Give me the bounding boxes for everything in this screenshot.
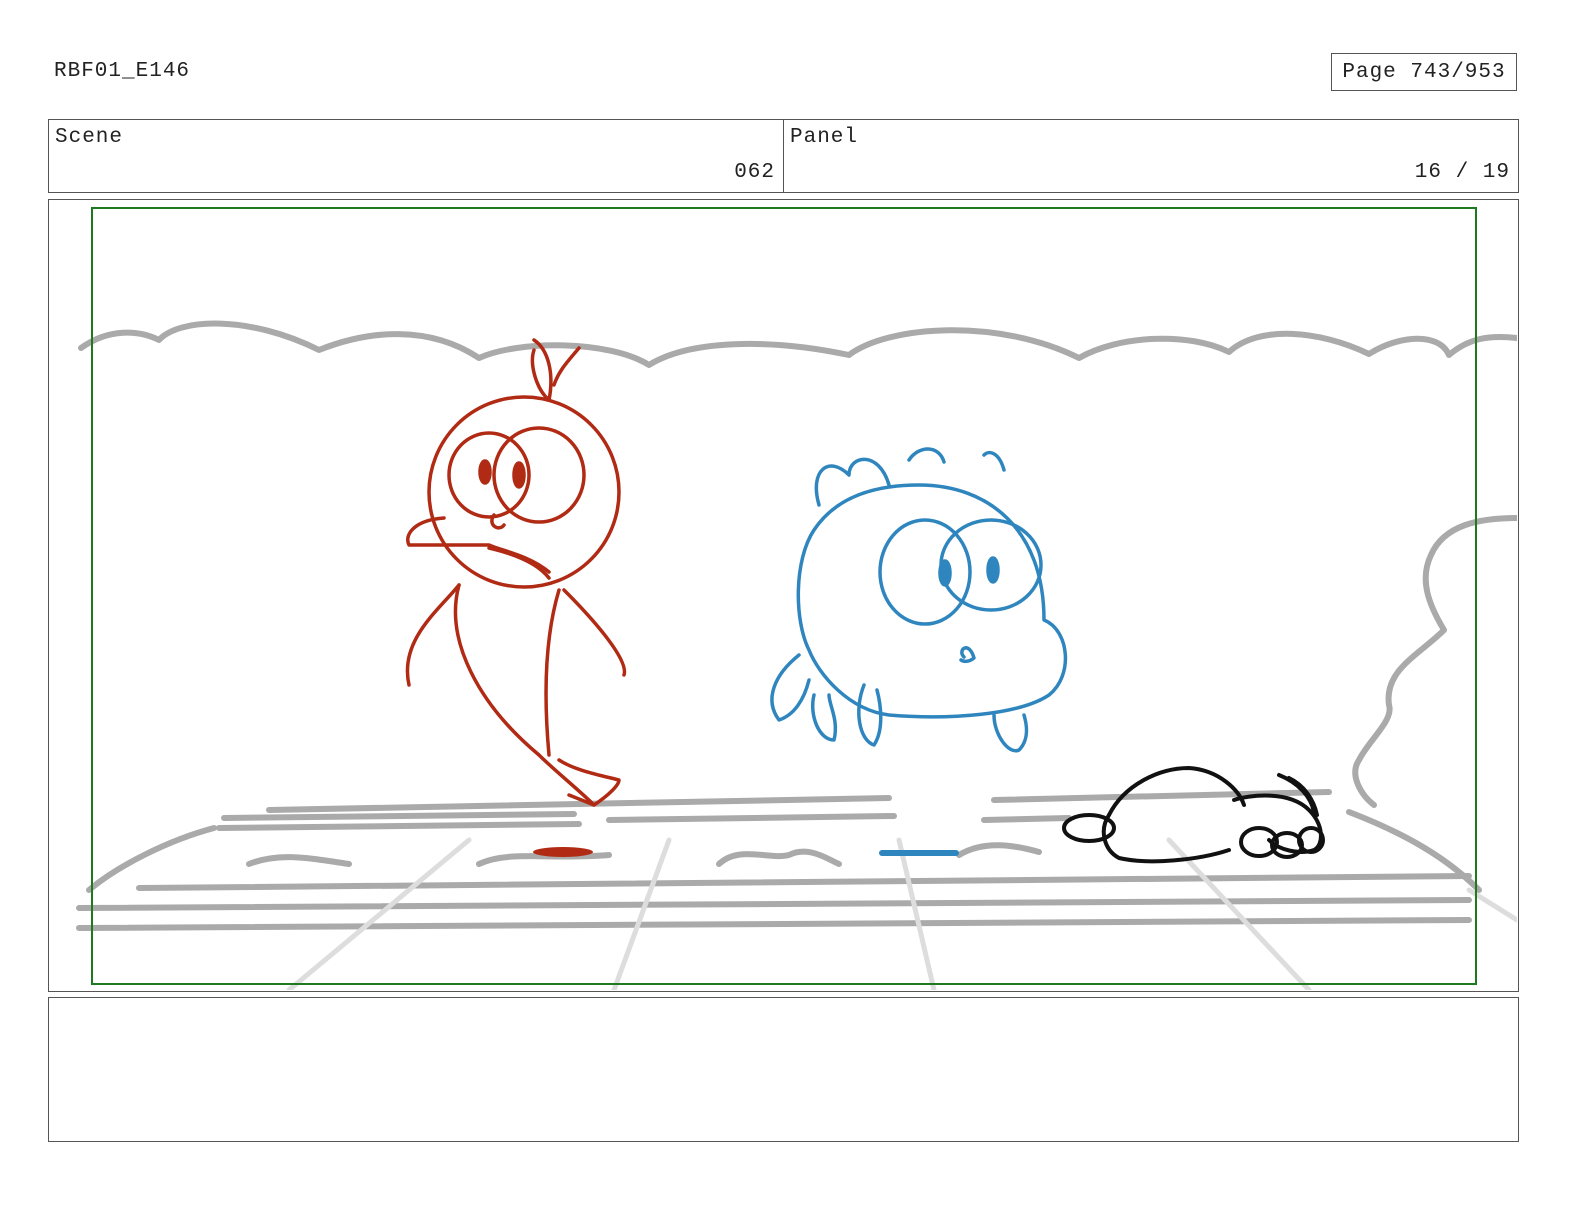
scene-panel-header: Scene 062 Panel 16 / 19 [48, 119, 1519, 193]
panel-number: 16 / 19 [1414, 161, 1510, 184]
notes-box [48, 997, 1519, 1142]
page-number: Page 743/953 [1342, 60, 1506, 84]
scene-cell: Scene 062 [49, 120, 783, 192]
panel-label: Panel [790, 126, 859, 149]
panel-cell: Panel 16 / 19 [783, 120, 1518, 192]
storyboard-drawing [76, 320, 1517, 990]
black-hand-character [1062, 766, 1325, 864]
production-code: RBF01_E146 [54, 60, 191, 83]
floor-lines [286, 837, 1517, 990]
red-character-shadow [533, 847, 593, 857]
page-number-box: Page 743/953 [1331, 53, 1517, 91]
scene-number: 062 [734, 161, 775, 184]
blue-character-shadow [879, 850, 959, 856]
cloud-line [78, 320, 1517, 808]
scene-label: Scene [55, 126, 124, 149]
blue-fish-character [770, 447, 1068, 753]
stage-platform [76, 789, 1482, 931]
storyboard-frame [48, 199, 1519, 992]
red-bird-character [405, 338, 627, 807]
